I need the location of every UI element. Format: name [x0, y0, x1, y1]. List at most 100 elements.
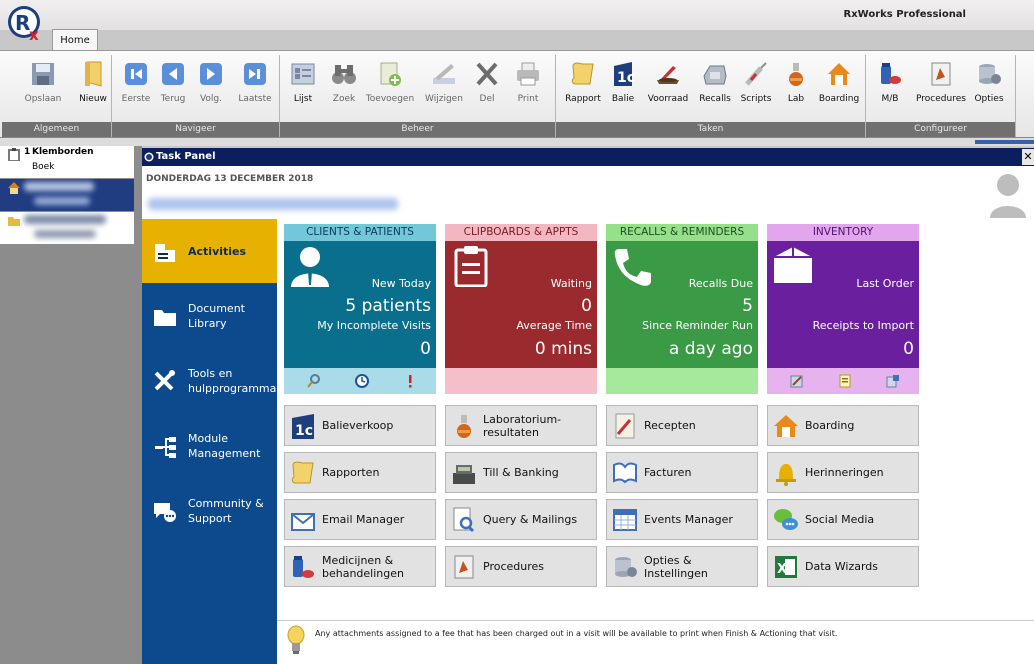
- shortcut-email-manager-button[interactable]: Email Manager: [284, 499, 436, 540]
- alert-icon[interactable]: [402, 373, 418, 389]
- ribbon-button-label: Terug: [160, 94, 186, 104]
- ribbon-button-voorraad[interactable]: Voorraad: [642, 59, 694, 115]
- shortcut-label: Medicijnen & behandelingen: [322, 553, 404, 580]
- tile-inventory[interactable]: INVENTORY Last Order Receipts to Import 0: [767, 224, 919, 394]
- shortcut-data-wizards-button[interactable]: X Data Wizards: [767, 546, 919, 587]
- shortcut-social-media-button[interactable]: Social Media: [767, 499, 919, 540]
- ribbon-button-del[interactable]: Del: [470, 59, 504, 115]
- shortcut-recepten-button[interactable]: Recepten: [606, 405, 758, 446]
- tab-home[interactable]: Home: [52, 29, 98, 51]
- shortcut-boarding-button[interactable]: Boarding: [767, 405, 919, 446]
- tile-footer: [284, 368, 436, 394]
- bell-icon: [773, 459, 799, 487]
- tile-label-primary: Last Order: [856, 277, 914, 290]
- shortcut-herinneringen-button[interactable]: Herinneringen: [767, 452, 919, 493]
- tile-clients-patients[interactable]: CLIENTS & PATIENTS New Today 5 patients My …: [284, 224, 436, 394]
- shortcut-events-manager-button[interactable]: Events Manager: [606, 499, 758, 540]
- house-icon: [826, 59, 852, 89]
- tile-footer: [606, 368, 758, 394]
- shortcut-label: Events Manager: [644, 513, 733, 526]
- ribbon-button-label: Scripts: [740, 94, 772, 104]
- ribbon-button-laatste[interactable]: Laatste: [234, 59, 276, 115]
- medicines-icon: [290, 553, 316, 581]
- svg-text:1c: 1c: [295, 423, 313, 439]
- syringe-icon: [743, 59, 769, 89]
- phone-icon: [702, 59, 728, 89]
- import-icon[interactable]: [885, 373, 901, 389]
- sidebar-item-document[interactable]: Document Library: [142, 284, 277, 348]
- sidebar-item-module[interactable]: Module Management: [142, 414, 277, 478]
- ribbon-group-beheer: Lijst Zoek Toevoegen Wijzigen Del Print Beheer: [280, 55, 556, 137]
- sidebar-item-label: Document Library: [188, 302, 245, 330]
- avatar-icon[interactable]: [988, 172, 1028, 218]
- folder-icon: [152, 304, 178, 330]
- binoculars-icon: [331, 59, 357, 89]
- ribbon-button-balie[interactable]: 1c Balie: [606, 59, 640, 115]
- tile-header: CLIENTS & PATIENTS: [284, 224, 436, 241]
- procedures-icon: [451, 553, 477, 581]
- ribbon-button-scripts[interactable]: Scripts: [734, 59, 778, 115]
- tools-icon: [152, 369, 178, 395]
- shortcut-facturen-button[interactable]: Facturen: [606, 452, 758, 493]
- shortcut-rapporten-button[interactable]: Rapporten: [284, 452, 436, 493]
- ribbon-button-opties[interactable]: Opties: [968, 59, 1010, 115]
- tile-body: Recalls Due 5 Since Reminder Run a day ago: [606, 241, 758, 368]
- ribbon-button-wijzigen[interactable]: Wijzigen: [420, 59, 468, 115]
- ribbon-button-lab[interactable]: Lab: [780, 59, 812, 115]
- receipt-icon[interactable]: [837, 373, 853, 389]
- sidebar-item-toolsen[interactable]: Tools en hulpprogramma: [142, 349, 277, 413]
- shortcut-till-banking-button[interactable]: Till & Banking: [445, 452, 597, 493]
- svg-text:X: X: [777, 562, 787, 577]
- ribbon-button-procedures[interactable]: Procedures: [914, 59, 968, 115]
- left-pane-item-blurred-2[interactable]: [0, 212, 134, 244]
- excel-icon: X: [773, 553, 799, 581]
- ribbon-button-label: Opties: [974, 94, 1004, 104]
- task-panel-logo-icon: [144, 152, 154, 162]
- ribbon-button-boarding[interactable]: Boarding: [814, 59, 864, 115]
- counter-icon: 1c: [610, 59, 636, 89]
- shortcut-medicijnen-button[interactable]: Medicijnen & behandelingen: [284, 546, 436, 587]
- clock-icon[interactable]: [354, 373, 370, 389]
- shortcut-procedures-button[interactable]: Procedures: [445, 546, 597, 587]
- tile-clipboards-appts[interactable]: CLIPBOARDS & APPTS Waiting 0 Average Time 0 …: [445, 224, 597, 394]
- shortcut-query-mailings-button[interactable]: Query & Mailings: [445, 499, 597, 540]
- ribbon-button-zoek[interactable]: Zoek: [326, 59, 362, 115]
- list-icon: [290, 59, 316, 89]
- current-date: DONDERDAG 13 DECEMBER 2018: [146, 174, 314, 184]
- ribbon-button-rapport[interactable]: Rapport: [560, 59, 606, 115]
- ribbon-button-lijst[interactable]: Lijst: [286, 59, 320, 115]
- options-icon: [976, 59, 1002, 89]
- tile-body: Last Order Receipts to Import 0: [767, 241, 919, 368]
- shortcut-balieverkoop-button[interactable]: 1c Balieverkoop: [284, 405, 436, 446]
- edit-order-icon[interactable]: [789, 373, 805, 389]
- sidebar-item-community[interactable]: Community & Support: [142, 479, 277, 543]
- ribbon-button-terug[interactable]: Terug: [156, 59, 190, 115]
- tile-value-primary: 0: [581, 296, 592, 316]
- shortcut-opties-button[interactable]: Opties & Instellingen: [606, 546, 758, 587]
- ribbon-button-print[interactable]: Print: [510, 59, 546, 115]
- shortcut-laboratorium-button[interactable]: Laboratorium- resultaten: [445, 405, 597, 446]
- sidebar-item-label: Module Management: [188, 432, 261, 460]
- tile-body: New Today 5 patients My Incomplete Visits 0: [284, 241, 436, 368]
- ribbon-button-recalls[interactable]: Recalls: [696, 59, 734, 115]
- rxworks-logo-icon[interactable]: R x: [6, 4, 46, 44]
- prescription-icon: [612, 412, 638, 440]
- shortcut-label: Balieverkoop: [322, 419, 394, 432]
- search-icon[interactable]: [306, 373, 322, 389]
- ribbon-button-eerste[interactable]: Eerste: [118, 59, 154, 115]
- clipboard-small-icon: [8, 148, 20, 161]
- shortcut-label: Boarding: [805, 419, 855, 432]
- ribbon-button-nieuw[interactable]: Nieuw: [72, 59, 114, 115]
- close-button[interactable]: ✕: [1022, 149, 1034, 165]
- ribbon-button-mb[interactable]: M/B: [870, 59, 910, 115]
- tile-recalls-reminders[interactable]: RECALLS & REMINDERS Recalls Due 5 Since Rem…: [606, 224, 758, 394]
- left-pane-item-blurred-1[interactable]: [0, 179, 134, 211]
- sidebar-item-activities[interactable]: Activities: [142, 219, 277, 283]
- shortcut-label: Email Manager: [322, 513, 405, 526]
- ribbon-button-volg[interactable]: Volg.: [192, 59, 230, 115]
- ribbon-strip: [0, 138, 1034, 146]
- left-pane-item-clipboards[interactable]: 1 Klemborden Boek: [0, 146, 134, 178]
- ribbon-button-opslaan[interactable]: Opslaan: [22, 59, 64, 115]
- ribbon-button-toevoegen[interactable]: Toevoegen: [364, 59, 416, 115]
- ribbon-button-label: Rapport: [565, 94, 601, 104]
